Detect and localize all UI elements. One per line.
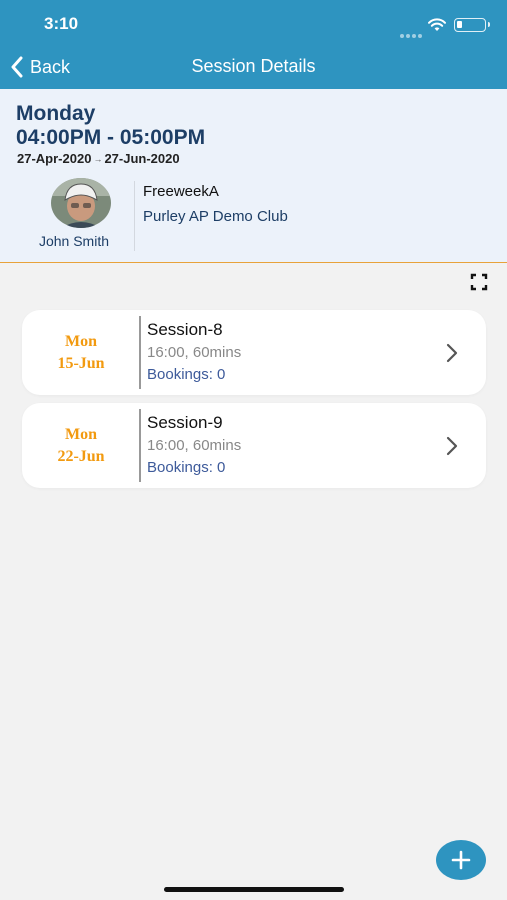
session-title: Session-8 bbox=[147, 320, 223, 339]
date-range: 27-Apr-2020 → 27-Jun-2020 bbox=[17, 151, 180, 166]
session-time: 16:00, 60mins bbox=[147, 344, 242, 361]
day-title: Monday bbox=[16, 102, 96, 125]
session-weekday: Mon bbox=[65, 332, 97, 350]
session-date: Mon 15-Jun bbox=[22, 310, 140, 395]
wifi-icon bbox=[428, 18, 446, 31]
session-name: FreeweekA bbox=[143, 183, 219, 200]
divider bbox=[139, 316, 141, 389]
session-date: Mon 22-Jun bbox=[22, 403, 140, 488]
avatar bbox=[51, 178, 111, 228]
fullscreen-icon[interactable] bbox=[470, 273, 488, 291]
chevron-right-icon bbox=[446, 436, 458, 456]
session-time: 16:00, 60mins bbox=[147, 437, 242, 454]
session-header: Monday 04:00PM - 05:00PM 27-Apr-2020 → 27-… bbox=[0, 89, 507, 263]
page-title: Session Details bbox=[191, 56, 316, 76]
club-name: Purley AP Demo Club bbox=[143, 208, 288, 225]
add-session-button[interactable] bbox=[436, 840, 486, 880]
session-bookings: Bookings: 0 bbox=[147, 459, 226, 476]
status-time: 3:10 bbox=[44, 14, 79, 33]
session-day-month: 15-Jun bbox=[57, 354, 105, 372]
plus-icon bbox=[451, 850, 471, 870]
coach-name: John Smith bbox=[38, 233, 110, 249]
top-bar: 3:10 Back Session Details bbox=[0, 0, 507, 89]
session-card[interactable]: Mon 15-Jun Session-8 16:00, 60mins Booki… bbox=[22, 310, 486, 395]
chevron-right-icon bbox=[446, 343, 458, 363]
end-date: 27-Jun-2020 bbox=[104, 151, 180, 166]
time-range: 04:00PM - 05:00PM bbox=[16, 126, 206, 149]
arrow-right-icon: → bbox=[93, 154, 103, 164]
session-bookings: Bookings: 0 bbox=[147, 366, 226, 383]
session-weekday: Mon bbox=[65, 425, 97, 443]
session-card[interactable]: Mon 22-Jun Session-9 16:00, 60mins Booki… bbox=[22, 403, 486, 488]
session-day-month: 22-Jun bbox=[57, 447, 105, 465]
divider bbox=[134, 181, 135, 251]
battery-icon bbox=[454, 18, 490, 32]
cellular-signal-icon bbox=[400, 25, 424, 43]
session-title: Session-9 bbox=[147, 413, 223, 432]
start-date: 27-Apr-2020 bbox=[17, 151, 92, 166]
divider bbox=[139, 409, 141, 482]
home-indicator bbox=[164, 887, 344, 892]
